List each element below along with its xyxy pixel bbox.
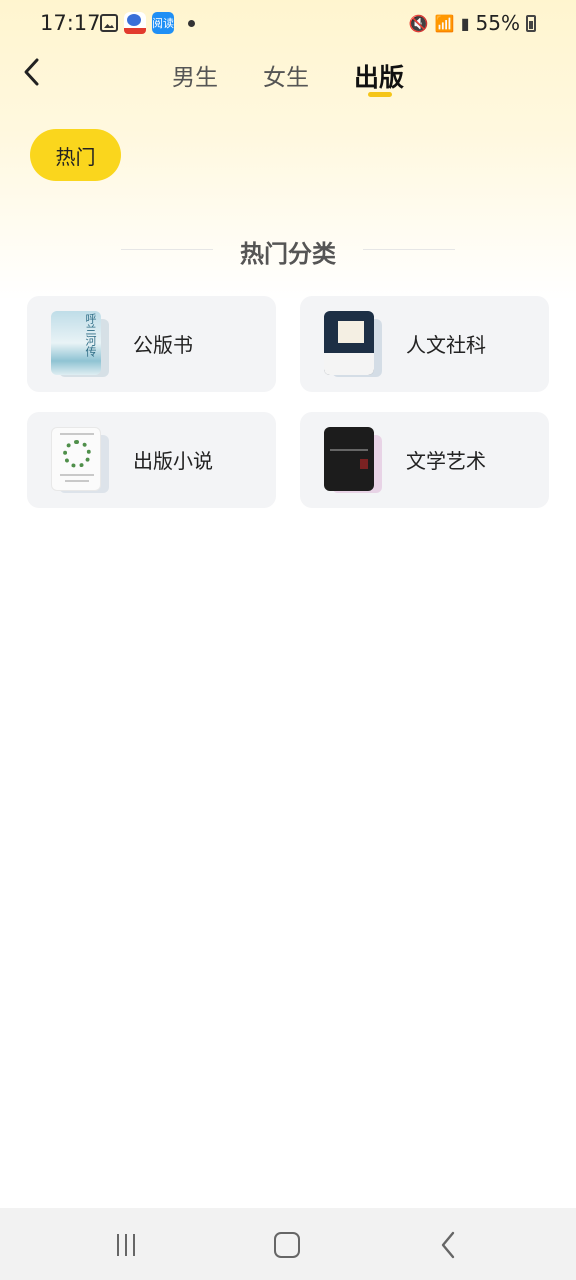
signal-icon: ▮ bbox=[460, 13, 470, 33]
chip-label: 热门 bbox=[55, 144, 96, 169]
tab-label: 男生 bbox=[172, 65, 218, 91]
home-button[interactable] bbox=[267, 1228, 307, 1262]
category-card-novels[interactable]: 出版小说 bbox=[27, 412, 276, 508]
back-icon bbox=[441, 1231, 455, 1259]
system-navigation-bar bbox=[0, 1208, 576, 1280]
battery-icon bbox=[526, 14, 536, 32]
recent-apps-icon bbox=[117, 1234, 119, 1256]
battery-percent: 55% bbox=[475, 11, 520, 35]
tab-label: 出版 bbox=[354, 63, 405, 92]
wifi-icon: 📶 bbox=[434, 13, 455, 33]
filter-chip-hot[interactable]: 热门 bbox=[30, 129, 121, 181]
book-cover bbox=[51, 427, 109, 493]
recent-apps-button[interactable] bbox=[106, 1228, 146, 1262]
more-notifications-dot bbox=[188, 19, 195, 27]
tab-male[interactable]: 男生 bbox=[172, 58, 218, 92]
tab-publishing[interactable]: 出版 bbox=[354, 58, 405, 97]
system-icons: 🔇 📶 ▮ 55% bbox=[409, 11, 536, 35]
reader-app-icon: 阅读 bbox=[152, 12, 174, 34]
section-heading: 热门分类 bbox=[0, 230, 576, 270]
book-cover bbox=[324, 311, 382, 377]
cover-image bbox=[324, 311, 374, 375]
category-card-literature-art[interactable]: 文学艺术 bbox=[300, 412, 549, 508]
cover-image bbox=[324, 427, 374, 491]
status-time: 17:17 bbox=[40, 11, 101, 35]
notification-icons: 阅读 bbox=[100, 12, 195, 34]
system-back-button[interactable] bbox=[428, 1228, 468, 1262]
gallery-icon bbox=[100, 14, 118, 32]
cover-image: 呼兰河传 bbox=[51, 311, 101, 375]
category-label: 出版小说 bbox=[133, 449, 213, 473]
category-label: 人文社科 bbox=[406, 333, 486, 357]
category-card-humanities[interactable]: 人文社科 bbox=[300, 296, 549, 392]
category-label: 文学艺术 bbox=[406, 449, 486, 473]
book-cover: 呼兰河传 bbox=[51, 311, 109, 377]
tab-label: 女生 bbox=[263, 65, 309, 91]
app-notification-icon bbox=[124, 12, 146, 34]
category-card-public-domain[interactable]: 呼兰河传 公版书 bbox=[27, 296, 276, 392]
cover-image bbox=[51, 427, 101, 491]
status-bar: 17:17 阅读 🔇 📶 ▮ 55% bbox=[0, 0, 576, 48]
home-icon bbox=[274, 1232, 300, 1258]
cover-title: 呼兰河传 bbox=[84, 313, 97, 357]
active-tab-indicator bbox=[368, 92, 392, 97]
divider-right bbox=[363, 249, 455, 250]
book-cover bbox=[324, 427, 382, 493]
category-label: 公版书 bbox=[133, 333, 193, 357]
mute-icon: 🔇 bbox=[408, 13, 429, 33]
category-tabs: 男生 女生 出版 bbox=[0, 58, 576, 108]
section-title: 热门分类 bbox=[240, 240, 336, 268]
tab-female[interactable]: 女生 bbox=[263, 58, 309, 92]
